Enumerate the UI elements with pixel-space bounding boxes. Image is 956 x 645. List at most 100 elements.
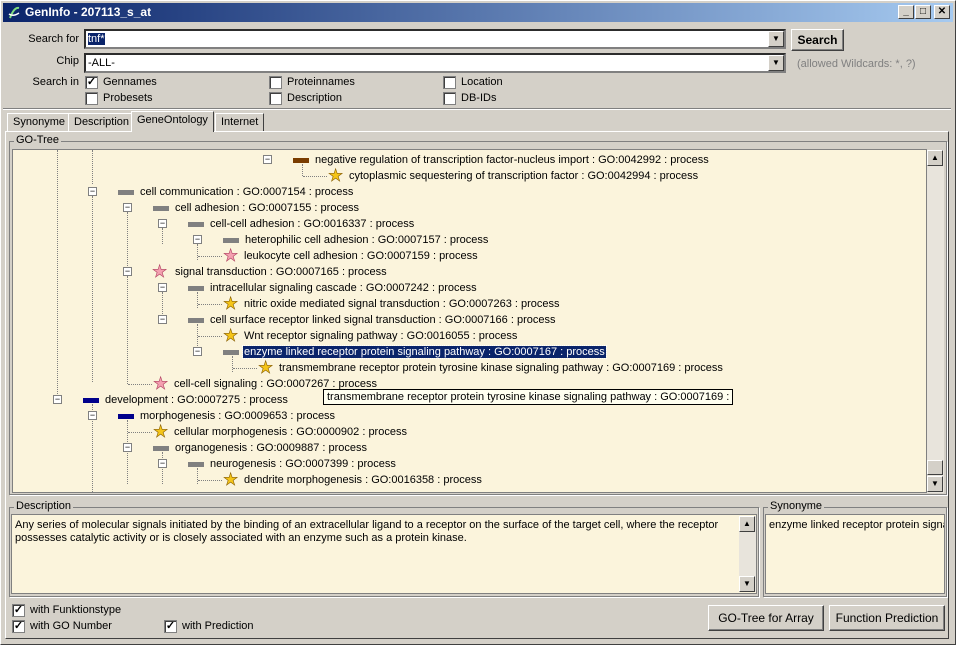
go-tree-label: GO-Tree — [14, 134, 61, 146]
tree-node[interactable]: − ★ signal transduction : GO:0007165 : p… — [123, 262, 388, 281]
tree-node[interactable]: ★ dendrite morphogenesis : GO:0016358 : … — [198, 470, 483, 489]
tree-node[interactable]: − cell adhesion : GO:0007155 : process — [123, 200, 360, 216]
collapse-icon[interactable]: − — [263, 155, 272, 164]
description-text[interactable]: Any series of molecular signals initiate… — [11, 514, 757, 594]
db-ids-checkbox[interactable] — [443, 92, 456, 105]
gray-bar-icon — [223, 350, 239, 355]
close-button[interactable]: ✕ — [934, 5, 950, 19]
pink-star-icon: ★ — [223, 246, 239, 265]
collapse-icon[interactable]: − — [158, 283, 167, 292]
collapse-icon[interactable]: − — [88, 411, 97, 420]
main-window: GenInfo - 207113_s_at _ □ ✕ Search for t… — [0, 0, 956, 645]
synonyme-text[interactable]: enzyme linked receptor protein signal — [765, 514, 945, 594]
collapse-icon[interactable]: − — [158, 459, 167, 468]
tab-geneontology[interactable]: GeneOntology — [131, 111, 214, 132]
gennames-label: Gennames — [103, 76, 157, 88]
maximize-button[interactable]: □ — [915, 5, 931, 19]
go-number-label: with GO Number — [30, 620, 112, 632]
tree-scrollbar[interactable]: ▲ ▼ — [927, 150, 944, 493]
tree-node[interactable]: ★ cytoplasmic sequestering of transcript… — [303, 167, 699, 184]
tree-node[interactable]: ★ transmembrane receptor protein tyrosin… — [233, 358, 724, 377]
tree-node[interactable]: ★ leukocyte cell adhesion : GO:0007159 :… — [198, 246, 479, 265]
gray-bar-icon — [188, 318, 204, 323]
tree-node[interactable]: − development : GO:0007275 : process — [53, 392, 289, 408]
tree-node[interactable]: ★ Wnt receptor signaling pathway : GO:00… — [198, 327, 518, 344]
yellow-star-icon: ★ — [223, 294, 239, 313]
search-input-value: tnf* — [88, 33, 105, 45]
pink-star-icon: ★ — [152, 262, 168, 281]
gray-bar-icon — [153, 446, 169, 451]
tree-node[interactable]: ★ nitric oxide mediated signal transduct… — [198, 294, 561, 313]
gray-bar-icon — [188, 222, 204, 227]
tree-node[interactable]: − intracellular signaling cascade : GO:0… — [158, 280, 478, 296]
search-for-label: Search for — [28, 33, 79, 45]
gray-bar-icon — [188, 286, 204, 291]
location-checkbox[interactable] — [443, 76, 456, 89]
tab-description[interactable]: Description — [68, 113, 136, 131]
tree-node[interactable]: − morphogenesis : GO:0009653 : process — [88, 408, 336, 424]
gennames-checkbox[interactable]: ✓ — [85, 76, 98, 89]
description-scrollbar[interactable]: ▲ ▼ — [739, 516, 756, 592]
collapse-icon[interactable]: − — [123, 267, 132, 276]
proteinnames-checkbox[interactable] — [269, 76, 282, 89]
yellow-star-icon: ★ — [258, 358, 274, 377]
chip-select[interactable]: -ALL- ▼ — [84, 53, 786, 73]
collapse-icon[interactable]: − — [88, 187, 97, 196]
search-history-dropdown-icon[interactable]: ▼ — [768, 31, 784, 47]
tab-synonyme[interactable]: Synonyme — [7, 113, 71, 131]
tree-node[interactable]: − cell surface receptor linked signal tr… — [158, 312, 556, 328]
go-tree[interactable]: − negative regulation of transcription f… — [12, 149, 927, 493]
navy-bar-icon — [118, 414, 134, 419]
wildcards-hint: (allowed Wildcards: *, ?) — [797, 58, 916, 70]
prediction-label: with Prediction — [182, 620, 254, 632]
location-label: Location — [461, 76, 503, 88]
description-checkbox[interactable] — [269, 92, 282, 105]
window-title: GenInfo - 207113_s_at — [25, 5, 152, 19]
scroll-down-icon[interactable]: ▼ — [927, 476, 943, 492]
collapse-icon[interactable]: − — [123, 443, 132, 452]
collapse-icon[interactable]: − — [158, 219, 167, 228]
scroll-up-icon[interactable]: ▲ — [927, 150, 943, 166]
app-icon — [8, 6, 20, 19]
proteinnames-label: Proteinnames — [287, 76, 355, 88]
search-in-label: Search in — [32, 76, 79, 88]
funktionstype-label: with Funktionstype — [30, 604, 122, 616]
scroll-thumb[interactable] — [927, 460, 943, 475]
tree-node-selected[interactable]: − enzyme linked receptor protein signali… — [193, 344, 607, 360]
yellow-star-icon: ★ — [153, 422, 169, 441]
yellow-star-icon: ★ — [223, 470, 239, 489]
collapse-icon[interactable]: − — [193, 235, 202, 244]
search-button[interactable]: Search — [791, 29, 844, 51]
title-bar[interactable]: GenInfo - 207113_s_at — [3, 3, 953, 22]
collapse-icon[interactable]: − — [53, 395, 62, 404]
gray-bar-icon — [188, 462, 204, 467]
chip-label: Chip — [56, 55, 79, 67]
description-group-label: Description — [14, 500, 74, 512]
probesets-checkbox[interactable] — [85, 92, 98, 105]
minimize-button[interactable]: _ — [898, 5, 914, 19]
funktionstype-checkbox[interactable]: ✓ — [12, 604, 25, 617]
pink-star-icon: ★ — [153, 374, 169, 393]
tree-node[interactable]: − cell communication : GO:0007154 : proc… — [88, 184, 354, 200]
tree-node[interactable]: ★ cellular morphogenesis : GO:0000902 : … — [128, 422, 408, 441]
tree-node[interactable]: − cell-cell adhesion : GO:0016337 : proc… — [158, 216, 415, 232]
collapse-icon[interactable]: − — [158, 315, 167, 324]
navy-bar-icon — [83, 398, 99, 403]
go-tree-for-array-button[interactable]: GO-Tree for Array — [708, 605, 824, 631]
gray-bar-icon — [118, 190, 134, 195]
divider — [3, 108, 951, 110]
go-number-checkbox[interactable]: ✓ — [12, 620, 25, 633]
tab-internet[interactable]: Internet — [215, 113, 265, 131]
scroll-down-icon[interactable]: ▼ — [739, 576, 755, 592]
collapse-icon[interactable]: − — [123, 203, 132, 212]
search-input[interactable]: tnf* ▼ — [84, 29, 786, 49]
tree-node[interactable]: − neurogenesis : GO:0007399 : process — [158, 456, 397, 472]
scroll-up-icon[interactable]: ▲ — [739, 516, 755, 532]
chip-dropdown-icon[interactable]: ▼ — [768, 55, 784, 71]
collapse-icon[interactable]: − — [193, 347, 202, 356]
prediction-checkbox[interactable]: ✓ — [164, 620, 177, 633]
function-prediction-button[interactable]: Function Prediction — [829, 605, 945, 631]
probesets-label: Probesets — [103, 92, 153, 104]
db-ids-label: DB-IDs — [461, 92, 497, 104]
tree-node[interactable]: − organogenesis : GO:0009887 : process — [123, 440, 368, 456]
